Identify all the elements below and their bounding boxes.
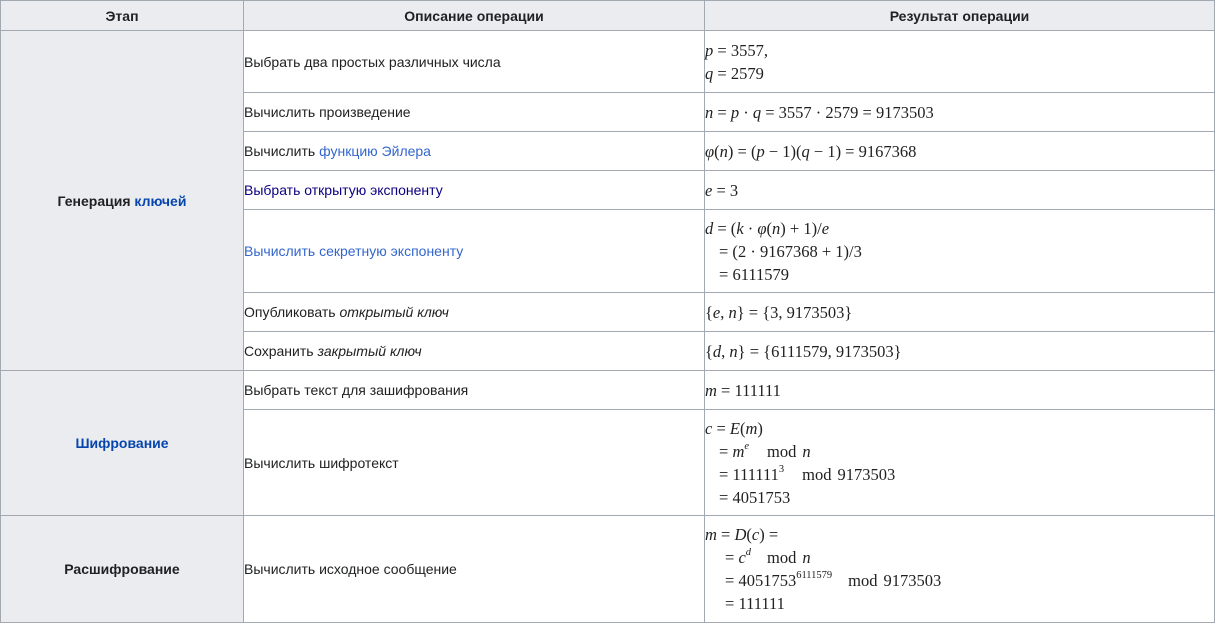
public-exponent-link[interactable]: Выбрать открытую экспоненту [244,182,443,198]
result-plaintext: m = 111111 [704,370,1215,410]
header-stage: Этап [0,0,244,31]
result-ciphertext: c = E(m) = me mod n = 1111113 mod 9173503 = … [704,409,1215,516]
result-product: n = p · q = 3557 · 2579 = 9173503 [704,92,1215,132]
desc-compute-original: Вычислить исходное сообщение [243,515,705,623]
stage-key-generation: Генерация ключей [0,30,244,371]
result-private-key: {d, n} = {6111579, 9173503} [704,331,1215,371]
result-public-key: {e, n} = {3, 9173503} [704,292,1215,332]
desc-publish: Опубликовать открытый ключ [243,292,705,332]
encryption-link[interactable]: Шифрование [75,435,168,451]
result-public-exponent: e = 3 [704,170,1215,210]
stage-decryption: Расшифрование [0,515,244,623]
desc-choose-primes: Выбрать два простых различных числа [243,30,705,93]
header-description: Описание операции [243,0,705,31]
result-decrypted: m = D(c) = = cd mod n = 40517536111579 mod 9… [704,515,1215,623]
table-row: Расшифрование Вычислить исходное сообщен… [0,515,1215,623]
table-row: Шифрование Выбрать текст для зашифровани… [0,370,1215,516]
header-row: Этап Описание операции Результат операци… [0,0,1215,31]
desc-euler: Вычислить функцию Эйлера [243,131,705,171]
secret-exponent-link[interactable]: Вычислить секретную экспоненту [244,243,463,259]
result-primes: p = 3557, q = 2579 [704,30,1215,93]
header-result: Результат операции [704,0,1215,31]
euler-function-link[interactable]: функцию Эйлера [319,143,431,159]
desc-secret-exponent: Вычислить секретную экспоненту [243,209,705,293]
private-key-term: закрытый ключ [317,343,422,359]
desc-compute-ciphertext: Вычислить шифротекст [243,409,705,516]
public-key-term: открытый ключ [339,304,449,320]
stage-keygen-prefix: Генерация [57,192,135,209]
desc-public-exponent: Выбрать открытую экспоненту [243,170,705,210]
desc-choose-text: Выбрать текст для зашифрования [243,370,705,410]
table-row: Генерация ключей Выбрать два простых раз… [0,30,1215,371]
desc-compute-product: Вычислить произведение [243,92,705,132]
stage-encryption: Шифрование [0,370,244,516]
result-euler: φ(n) = (p − 1)(q − 1) = 9167368 [704,131,1215,171]
keys-link[interactable]: ключей [134,193,186,209]
result-secret-exponent: d = (k · φ(n) + 1)/e = (2 · 9167368 + 1)… [704,209,1215,293]
rsa-steps-table: Этап Описание операции Результат операци… [0,0,1215,623]
desc-save: Сохранить закрытый ключ [243,331,705,371]
